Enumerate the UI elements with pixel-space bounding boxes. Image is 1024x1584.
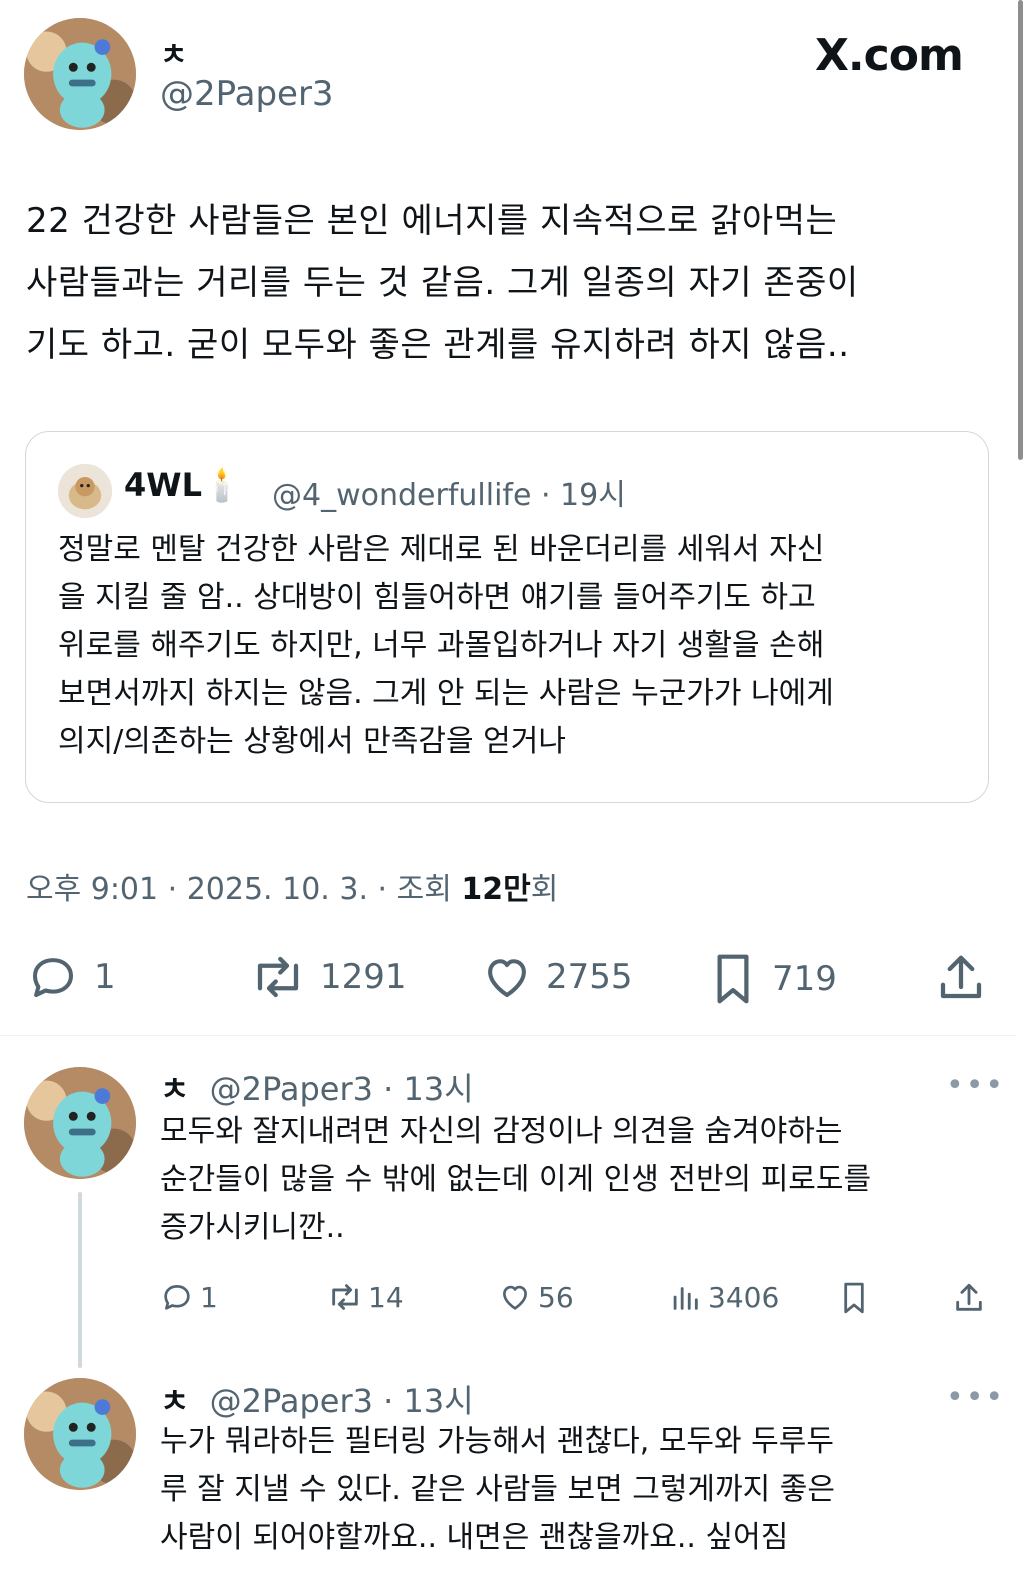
reply-text-line: 누가 뭐라하든 필터링 가능해서 괜찮다, 모두와 두루두 <box>160 1424 834 1459</box>
reply-share-button[interactable] <box>952 1280 986 1316</box>
reply-button[interactable]: 1 <box>26 950 116 1004</box>
reply-bookmark-button[interactable] <box>838 1280 870 1316</box>
reply-reply-count: 1 <box>200 1280 218 1314</box>
post-text-line: 사람들과는 거리를 두는 것 같음. 그게 일종의 자기 존중이 <box>26 263 859 303</box>
quoted-text: 정말로 멘탈 건강한 사람은 제대로 된 바운더리를 세워서 자신 을 지킬 줄… <box>58 526 958 766</box>
reply-text-line: 루 잘 지낼 수 있다. 같은 사람들 보면 그렇게까지 좋은 <box>160 1472 835 1507</box>
reply-icon <box>32 958 74 998</box>
reply-icon <box>164 1285 190 1310</box>
reply-text-line: 순간들이 많을 수 밖에 없는데 이게 인생 전반의 피로도를 <box>160 1162 872 1197</box>
x-logo: X.com <box>815 30 964 81</box>
reply-text-line: 모두와 잘지내려면 자신의 감정이나 의견을 숨겨야하는 <box>160 1114 843 1149</box>
scrollbar-thumb[interactable] <box>1018 0 1023 460</box>
candle-icon: 🕯️ <box>201 466 242 504</box>
share-button[interactable] <box>934 950 988 1006</box>
reply-view-count: 3406 <box>708 1280 780 1314</box>
post-text-line: 22 건강한 사람들은 본인 에너지를 지속적으로 갉아먹는 <box>26 201 838 241</box>
avatar-plush-icon <box>24 1067 136 1179</box>
divider <box>0 1035 1016 1036</box>
quoted-time[interactable]: · 19시 <box>541 478 626 513</box>
quoted-text-line: 의지/의존하는 상황에서 만족감을 얻거나 <box>58 724 566 759</box>
repost-button[interactable]: 1291 <box>248 950 407 1004</box>
quoted-text-line: 정말로 멘탈 건강한 사람은 제대로 된 바운더리를 세워서 자신 <box>58 532 825 567</box>
share-icon <box>940 955 982 999</box>
quoted-text-line: 을 지킬 줄 암.. 상대방이 힘들어하면 얘기를 들어주기도 하고 <box>58 580 816 615</box>
quoted-display-name[interactable]: 4WL <box>124 466 202 504</box>
reply-display-name[interactable]: ㅊ <box>160 1070 189 1108</box>
reply-avatar[interactable] <box>24 1067 136 1179</box>
reply-views-button[interactable]: 3406 <box>668 1280 779 1314</box>
bookmark-button[interactable]: 719 <box>708 950 837 1008</box>
reply-avatar[interactable] <box>24 1378 136 1490</box>
reply-text: 모두와 잘지내려면 자신의 감정이나 의견을 숨겨야하는 순간들이 많을 수 밖… <box>160 1108 1000 1252</box>
author-display-name[interactable]: ㅊ <box>160 30 188 74</box>
post-text: 22 건강한 사람들은 본인 에너지를 지속적으로 갉아먹는 사람들과는 거리를… <box>26 190 996 376</box>
reply-repost-button[interactable]: 14 <box>326 1280 404 1314</box>
like-icon <box>488 959 526 998</box>
bookmark-icon <box>717 954 749 1004</box>
quoted-post[interactable]: 4WL🕯️ @4_wonderfullife · 19시 정말로 멘탈 건강한 … <box>25 431 989 803</box>
reply-repost-count: 14 <box>368 1280 404 1314</box>
reply-like-count: 56 <box>538 1280 574 1314</box>
reply-text-line: 증가시키니깐.. <box>160 1210 345 1245</box>
quoted-avatar[interactable] <box>58 464 112 518</box>
post-meta: 오후 9:01 · 2025. 10. 3. · 조회 12만회 <box>26 864 558 908</box>
reply-reply-button[interactable]: 1 <box>160 1280 218 1314</box>
reply-text-line: 사람이 되어야할까요.. 내면은 괜찮을까요.. 싶어짐 <box>160 1520 789 1555</box>
reply-like-button[interactable]: 56 <box>498 1280 574 1314</box>
reply-handle[interactable]: @2Paper3 <box>210 1070 373 1108</box>
view-count: 12만 <box>461 872 531 907</box>
author-handle[interactable]: @2Paper3 <box>160 74 334 114</box>
reply-count: 1 <box>94 957 116 997</box>
bookmark-icon <box>844 1282 864 1314</box>
avatar-plush-icon <box>24 18 136 130</box>
reply-handle[interactable]: @2Paper3 <box>210 1382 373 1420</box>
author-avatar[interactable] <box>24 18 136 130</box>
quoted-handle[interactable]: @4_wonderfullife <box>272 478 531 513</box>
reply-text: 누가 뭐라하든 필터링 가능해서 괜찮다, 모두와 두루두 루 잘 지낼 수 있… <box>160 1418 1000 1562</box>
repost-count: 1291 <box>320 957 407 997</box>
reply-time[interactable]: · 13시 <box>383 1382 474 1420</box>
avatar-dog-icon <box>58 464 112 518</box>
post-text-line: 기도 하고. 굳이 모두와 좋은 관계를 유지하려 하지 않음.. <box>26 325 850 365</box>
reply-display-name[interactable]: ㅊ <box>160 1382 189 1420</box>
more-icon[interactable]: ••• <box>946 1380 1005 1415</box>
like-button[interactable]: 2755 <box>480 950 633 1004</box>
quoted-text-line: 보면서까지 하지는 않음. 그게 안 되는 사람은 누군가가 나에게 <box>58 676 834 711</box>
quoted-text-line: 위로를 해주기도 하지만, 너무 과몰입하거나 자기 생활을 손해 <box>58 628 825 663</box>
repost-icon <box>257 956 299 998</box>
reply-time[interactable]: · 13시 <box>383 1070 474 1108</box>
more-icon[interactable]: ••• <box>946 1068 1005 1103</box>
view-count-suffix: 회 <box>530 872 559 907</box>
scrollbar[interactable] <box>1016 0 1024 460</box>
avatar-plush-icon <box>24 1378 136 1490</box>
repost-icon <box>332 1284 358 1310</box>
post-timestamp[interactable]: 오후 9:01 · 2025. 10. 3. · 조회 <box>26 872 461 907</box>
bookmark-count: 719 <box>772 959 837 999</box>
share-icon <box>956 1283 982 1311</box>
views-icon <box>673 1287 698 1310</box>
like-icon <box>503 1285 527 1310</box>
thread-line <box>78 1192 82 1368</box>
like-count: 2755 <box>546 957 633 997</box>
